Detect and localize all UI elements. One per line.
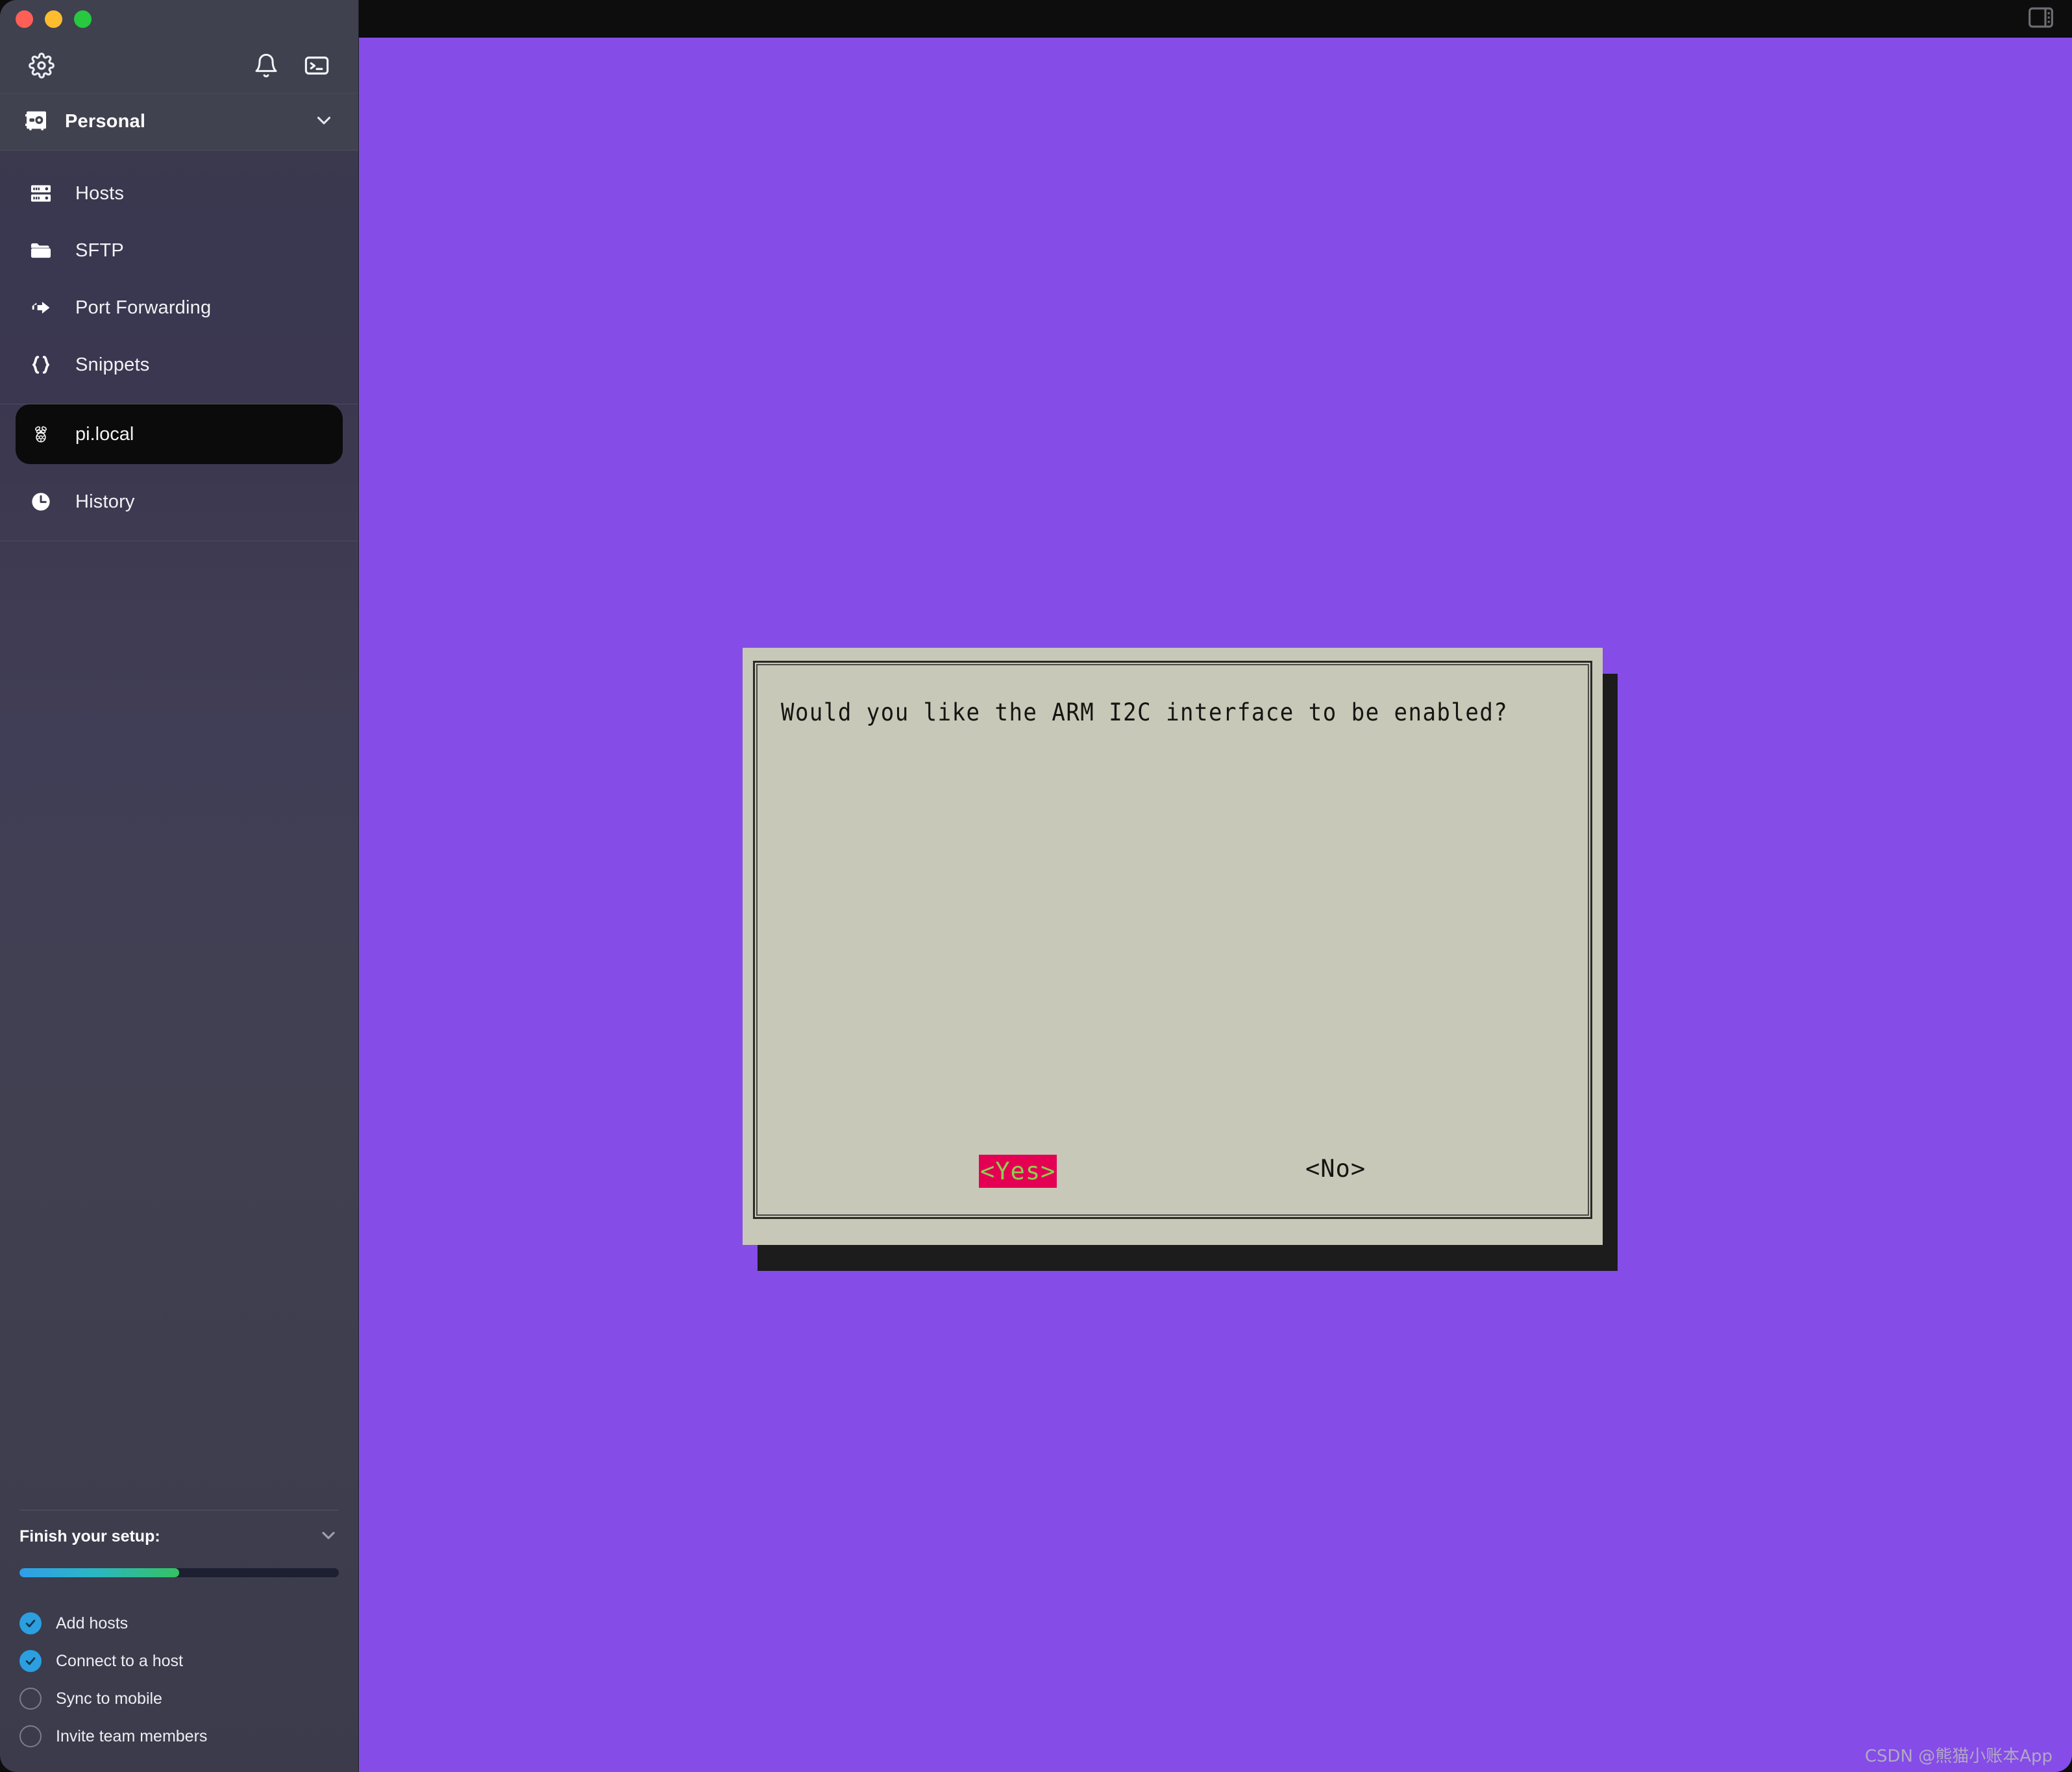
close-button[interactable] — [16, 10, 33, 28]
folder-icon — [27, 238, 55, 263]
sidebar-item-label: Port Forwarding — [75, 297, 212, 318]
check-circle-icon — [19, 1612, 42, 1634]
vault-icon — [23, 107, 49, 136]
setup-task-add-hosts[interactable]: Add hosts — [19, 1605, 339, 1642]
whiptail-dialog: Would you like the ARM I2C interface to … — [743, 648, 1603, 1245]
history-section: History — [0, 464, 358, 541]
setup-task-invite-team-members[interactable]: Invite team members — [19, 1717, 339, 1755]
dialog-inner-frame: Would you like the ARM I2C interface to … — [753, 661, 1592, 1219]
sidebar-item-port-forwarding[interactable]: Port Forwarding — [0, 279, 358, 336]
setup-header[interactable]: Finish your setup: — [19, 1525, 339, 1549]
dialog-message: Would you like the ARM I2C interface to … — [781, 698, 1509, 726]
sidebar-item-snippets[interactable]: Snippets — [0, 336, 358, 393]
sidebar-item-hosts[interactable]: Hosts — [0, 165, 358, 222]
setup-task-label: Sync to mobile — [56, 1689, 162, 1708]
sidebar-item-label: pi.local — [75, 423, 134, 445]
terminal-screen[interactable]: Would you like the ARM I2C interface to … — [359, 38, 2072, 1772]
clock-icon — [27, 489, 55, 514]
open-terminal-button[interactable] — [299, 47, 335, 84]
maximize-button[interactable] — [74, 10, 92, 28]
vault-name: Personal — [65, 111, 146, 132]
panel-toggle-icon — [2028, 6, 2054, 32]
gear-icon — [29, 52, 55, 79]
terminal-pane: Would you like the ARM I2C interface to … — [359, 0, 2072, 1772]
server-rack-icon — [27, 181, 55, 206]
terminal-topbar — [359, 0, 2072, 38]
empty-circle-icon — [19, 1688, 42, 1710]
setup-progress-fill — [19, 1568, 179, 1577]
sidebar: Personal Hosts SFTP Port Forwarding Snip… — [0, 0, 359, 1772]
no-button[interactable]: <No> — [1305, 1155, 1366, 1183]
setup-checklist: Finish your setup: Add hosts Connect to … — [0, 1510, 358, 1772]
check-circle-icon — [19, 1650, 42, 1672]
window-traffic-lights — [0, 0, 358, 38]
settings-button[interactable] — [23, 47, 60, 84]
sidebar-toolbar — [0, 38, 358, 93]
terminal-icon — [303, 52, 330, 79]
setup-task-label: Add hosts — [56, 1614, 129, 1632]
sidebar-item-label: SFTP — [75, 240, 124, 261]
bell-icon — [253, 53, 279, 79]
vault-selector[interactable]: Personal — [0, 93, 358, 151]
setup-progress-bar — [19, 1568, 339, 1577]
sidebar-item-history[interactable]: History — [0, 473, 358, 530]
setup-task-label: Invite team members — [56, 1727, 208, 1745]
sidebar-nav: Hosts SFTP Port Forwarding Snippets pi.l… — [0, 151, 358, 541]
chevron-down-icon[interactable] — [313, 109, 335, 134]
notifications-button[interactable] — [248, 47, 284, 84]
sidebar-item-pi-local[interactable]: pi.local — [16, 404, 343, 464]
yes-button[interactable]: <Yes> — [979, 1155, 1057, 1188]
sidebar-item-label: History — [75, 491, 135, 512]
sidebar-item-label: Hosts — [75, 182, 125, 204]
sidebar-item-label: Snippets — [75, 354, 150, 375]
panel-toggle-button[interactable] — [2027, 6, 2055, 31]
setup-task-sync-to-mobile[interactable]: Sync to mobile — [19, 1680, 339, 1717]
chevron-down-icon[interactable] — [318, 1525, 339, 1549]
watermark: CSDN @熊猫小账本App — [1864, 1747, 2053, 1766]
setup-title: Finish your setup: — [19, 1527, 160, 1545]
sidebar-item-sftp[interactable]: SFTP — [0, 222, 358, 279]
setup-task-label: Connect to a host — [56, 1651, 183, 1670]
empty-circle-icon — [19, 1725, 42, 1747]
raspberry-pi-icon — [27, 423, 55, 446]
setup-task-connect-to-a-host[interactable]: Connect to a host — [19, 1642, 339, 1680]
arrow-forward-icon — [27, 295, 55, 320]
braces-icon — [27, 352, 55, 377]
app-window: Personal Hosts SFTP Port Forwarding Snip… — [0, 0, 2072, 1772]
sidebar-empty-space — [0, 541, 358, 1510]
minimize-button[interactable] — [45, 10, 62, 28]
